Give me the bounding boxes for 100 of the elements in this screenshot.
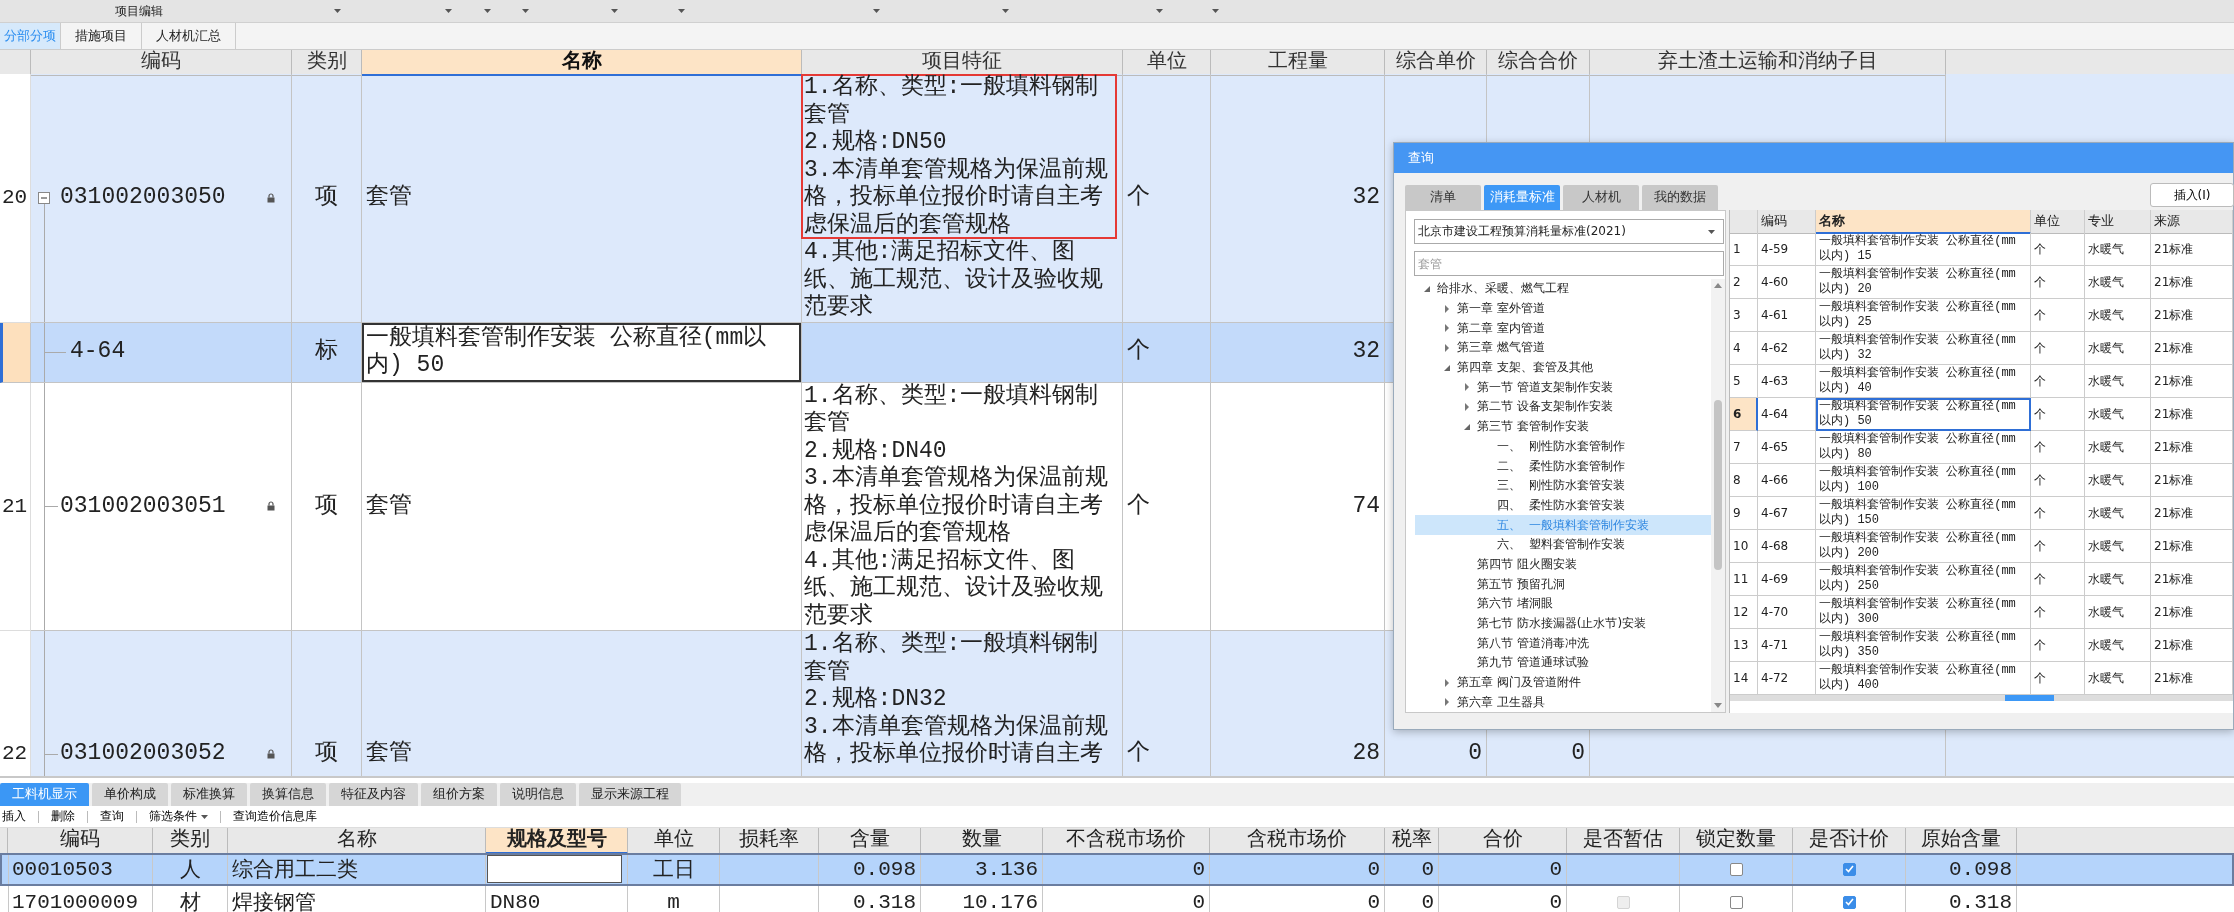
column-header[interactable]: 单位 — [2031, 210, 2085, 234]
scroll-thumb[interactable] — [1714, 400, 1722, 570]
table-row[interactable]: 9 4-67 一般填料套管制作安装 公称直径(mm以内) 150 个 水暖气 21标准 — [1730, 497, 2233, 530]
scrollbar[interactable] — [1711, 279, 1725, 712]
search-field[interactable]: 套管 — [1414, 251, 1724, 276]
tree-item[interactable]: 第二节 设备支架制作安装 — [1415, 397, 1711, 417]
table-cell: 一般填料套管制作安装 公称直径(mm以内) 40 — [1816, 365, 2031, 398]
table-row[interactable]: 11 4-69 一般填料套管制作安装 公称直径(mm以内) 250 个 水暖气 21标准 — [1730, 563, 2233, 596]
expand-arrow-icon[interactable] — [1443, 678, 1451, 687]
column-header[interactable]: 专业 — [2085, 210, 2151, 234]
tree-item[interactable]: 第三章 燃气管道 — [1415, 338, 1711, 358]
checkbox[interactable] — [1729, 862, 1743, 876]
tree-item[interactable]: 给排水、采暖、燃气工程 — [1415, 279, 1711, 299]
tab[interactable]: 组价方案 — [421, 783, 497, 806]
checkbox[interactable] — [1729, 895, 1743, 909]
expand-arrow-icon[interactable] — [1443, 324, 1451, 333]
table-cell[interactable]: 一般填料套管制作安装 公称直径(mm以内) 50 — [362, 322, 801, 382]
tree-label: 给排水、采暖、燃气工程 — [1437, 280, 1569, 298]
tab[interactable]: 显示来源工程 — [579, 783, 681, 806]
tab[interactable]: 我的数据 — [1642, 185, 1718, 210]
tab[interactable]: 单价构成 — [92, 783, 168, 806]
table-cell: 4-67 — [1758, 497, 1816, 530]
table-row[interactable]: 4 4-62 一般填料套管制作安装 公称直径(mm以内) 32 个 水暖气 21标准 — [1730, 332, 2233, 365]
column-header[interactable]: 名称 — [1816, 210, 2031, 234]
tree-item[interactable]: 第四节 阻火圈安装 — [1415, 554, 1711, 575]
table-row[interactable]: 10 4-68 一般填料套管制作安装 公称直径(mm以内) 200 个 水暖气 21标准 — [1730, 530, 2233, 563]
tree-label: 三、 刚性防水套管安装 — [1497, 477, 1625, 495]
checkbox[interactable] — [1842, 895, 1856, 909]
table-row[interactable]: 12 4-70 一般填料套管制作安装 公称直径(mm以内) 300 个 水暖气 21标准 — [1730, 596, 2233, 629]
tree-item[interactable]: 一、 刚性防水套管制作 — [1415, 436, 1711, 457]
expand-arrow-icon[interactable] — [1463, 383, 1471, 392]
tree-label: 六、 塑料套管制作安装 — [1497, 536, 1625, 554]
table-cell: 0 — [1210, 886, 1385, 912]
table-row[interactable]: 3 4-61 一般填料套管制作安装 公称直径(mm以内) 25 个 水暖气 21标准 — [1730, 299, 2233, 332]
table-cell: 21标准 — [2151, 497, 2233, 530]
column-header[interactable]: 来源 — [2151, 210, 2233, 234]
tree-label: 第二节 设备支架制作安装 — [1477, 398, 1613, 416]
feature-text: 3.本清单套管规格为保温前规格，投标单位报价时请自主考虑保温后的套管规格 — [801, 156, 1117, 239]
tree-item[interactable]: 三、 刚性防水套管安装 — [1415, 475, 1711, 496]
tab[interactable]: 人材机 — [1563, 185, 1639, 210]
toolbar-button[interactable]: 筛选条件 — [147, 808, 220, 825]
row-header[interactable] — [0, 322, 31, 383]
tree-item[interactable]: 四、 柔性防水套管安装 — [1415, 495, 1711, 516]
input-field[interactable] — [487, 855, 622, 883]
table-row[interactable]: 7 4-65 一般填料套管制作安装 公称直径(mm以内) 80 个 水暖气 21标准 — [1730, 431, 2233, 464]
library-select[interactable]: 北京市建设工程预算消耗量标准(2021) — [1414, 219, 1724, 244]
collapse-arrow-icon[interactable] — [1463, 422, 1471, 431]
expand-arrow-icon[interactable] — [1443, 304, 1451, 313]
table-cell: 水暖气 — [2085, 464, 2151, 497]
tree-item[interactable]: 第六节 堵洞眼 — [1415, 594, 1711, 614]
tree-item[interactable]: 第一章 室外管道 — [1415, 298, 1711, 319]
tree-item[interactable]: 第五节 预留孔洞 — [1415, 574, 1711, 594]
caret-icon — [873, 9, 880, 13]
tree-item[interactable]: 二、 柔性防水套管制作 — [1415, 456, 1711, 476]
tree-item[interactable]: 第七节 防水接漏器(止水节)安装 — [1415, 613, 1711, 634]
toolbar-button[interactable]: 插入 — [0, 808, 38, 825]
collapse-icon[interactable] — [38, 191, 50, 204]
column-header[interactable]: 名称 — [362, 50, 802, 76]
table-row[interactable]: 2 4-60 一般填料套管制作安装 公称直径(mm以内) 20 个 水暖气 21标准 — [1730, 266, 2233, 299]
tree-item[interactable]: 第三节 套管制作安装 — [1415, 416, 1711, 437]
tab[interactable]: 特征及内容 — [329, 783, 418, 806]
toolbar-button[interactable]: 删除 — [49, 808, 87, 825]
table-cell: 21标准 — [2151, 233, 2233, 266]
tab[interactable]: 说明信息 — [500, 783, 576, 806]
table-row[interactable]: 00010503 人 综合用工二类 工日 0.098 3.136 0 0 0 0 0.098 — [0, 853, 2234, 886]
feature-text: 1.名称、类型:一般填料钢制套管 — [803, 631, 1100, 686]
table-cell: 32 — [1211, 322, 1385, 383]
insert-button[interactable]: 插入(I) — [2150, 183, 2234, 207]
tab[interactable]: 换算信息 — [250, 783, 326, 806]
table-cell: 10.176 — [921, 886, 1043, 912]
expand-arrow-icon[interactable] — [1463, 402, 1471, 411]
table-cell: 21标准 — [2151, 332, 2233, 365]
expand-arrow-icon[interactable] — [1443, 698, 1451, 707]
tab[interactable]: 清单 — [1405, 185, 1481, 210]
table-row[interactable]: 8 4-66 一般填料套管制作安装 公称直径(mm以内) 100 个 水暖气 21标准 — [1730, 464, 2233, 497]
table-cell: 水暖气 — [2085, 530, 2151, 563]
collapse-arrow-icon[interactable] — [1423, 284, 1431, 293]
table-row[interactable]: 13 4-71 一般填料套管制作安装 公称直径(mm以内) 350 个 水暖气 21标准 — [1730, 629, 2233, 662]
tree-item[interactable]: 第四章 支架、套管及其他 — [1415, 357, 1711, 378]
scroll-thumb[interactable] — [2005, 695, 2054, 701]
table-row[interactable]: 5 4-63 一般填料套管制作安装 公称直径(mm以内) 40 个 水暖气 21标准 — [1730, 365, 2233, 398]
column-header[interactable]: 规格及型号 — [486, 828, 628, 854]
table-row[interactable]: 6 4-64 一般填料套管制作安装 公称直径(mm以内) 50 个 水暖气 21标准 — [1730, 398, 2233, 431]
cell-text: 031002003050 — [60, 184, 226, 212]
toolbar-label[interactable]: 项目编辑 — [0, 2, 215, 20]
checkbox[interactable] — [1842, 862, 1856, 876]
feature-text: 4.其他:满足招标文件、图纸、施工规范、设计及验收规范要求 — [803, 547, 1104, 630]
scroll-down-icon[interactable] — [1714, 703, 1722, 708]
collapse-arrow-icon[interactable] — [1443, 363, 1451, 372]
table-cell: 水暖气 — [2085, 233, 2151, 266]
scrollbar[interactable] — [1730, 695, 2233, 701]
toolbar-button[interactable]: 查询 — [98, 808, 136, 825]
toolbar-button[interactable]: 查询造价信息库 — [231, 808, 329, 825]
expand-arrow-icon[interactable] — [1443, 343, 1451, 352]
tab[interactable]: 标准换算 — [171, 783, 247, 806]
tree-label: 四、 柔性防水套管安装 — [1497, 496, 1625, 514]
table-cell: 水暖气 — [2085, 497, 2151, 530]
tree-item[interactable]: 六、 塑料套管制作安装 — [1415, 534, 1711, 555]
scroll-up-icon[interactable] — [1714, 283, 1722, 288]
table-row[interactable]: 1 4-59 一般填料套管制作安装 公称直径(mm以内) 15 个 水暖气 21标准 — [1730, 233, 2233, 266]
